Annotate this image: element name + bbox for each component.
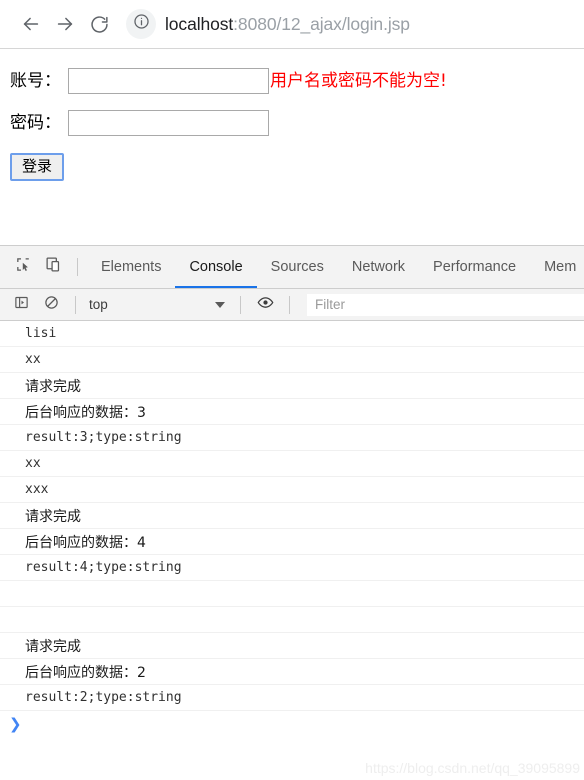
console-row: 后台响应的数据：2 [0, 659, 584, 685]
account-row: 账号： 用户名或密码不能为空! [0, 49, 584, 94]
console-row: xxx [0, 477, 584, 503]
forward-button[interactable] [48, 7, 82, 41]
eye-icon [257, 294, 274, 316]
url-text: localhost:8080/12_ajax/login.jsp [165, 14, 410, 35]
console-sidebar-button[interactable] [6, 290, 36, 320]
info-circle-icon [133, 13, 150, 35]
url-host: localhost [165, 13, 234, 34]
console-row: 后台响应的数据：3 [0, 399, 584, 425]
inspect-element-button[interactable] [8, 252, 38, 282]
tab-performance[interactable]: Performance [419, 246, 530, 288]
inspect-element-icon [15, 256, 32, 278]
url-path: :8080/12_ajax/login.jsp [233, 13, 410, 34]
browser-toolbar: localhost:8080/12_ajax/login.jsp [0, 0, 584, 49]
console-row: lisi [0, 321, 584, 347]
console-message-list[interactable]: lisi xx 请求完成 后台响应的数据：3 result:3;type:str… [0, 321, 584, 780]
console-row: 后台响应的数据：4 [0, 529, 584, 555]
console-row: 请求完成 [0, 373, 584, 399]
prompt-chevron-icon: ❯ [9, 715, 22, 733]
execution-context-label: top [89, 297, 108, 312]
console-prompt[interactable]: ❯ [0, 711, 584, 737]
back-button[interactable] [14, 7, 48, 41]
device-toolbar-icon [45, 256, 62, 278]
account-input[interactable] [68, 68, 269, 94]
console-row: result:3;type:string [0, 425, 584, 451]
password-row: 密码： [0, 94, 584, 136]
reload-icon [89, 14, 110, 35]
console-row [0, 581, 584, 607]
password-label: 密码： [10, 112, 61, 133]
console-filter-bar: top [0, 289, 584, 321]
login-button[interactable]: 登录 [10, 153, 65, 181]
chevron-down-icon [215, 301, 225, 308]
console-row: result:2;type:string [0, 685, 584, 711]
console-row: 请求完成 [0, 633, 584, 659]
page-viewport: 账号： 用户名或密码不能为空! 密码： 登录 [0, 49, 584, 245]
filter-input[interactable] [307, 293, 584, 316]
filterbar-divider-1 [75, 295, 76, 314]
tab-memory[interactable]: Mem [530, 246, 584, 288]
devtools-panel: Elements Console Sources Network Perform… [0, 245, 584, 780]
device-toolbar-button[interactable] [38, 252, 68, 282]
arrow-right-icon [54, 13, 76, 35]
console-row: xx [0, 451, 584, 477]
filterbar-divider-2 [240, 295, 241, 314]
clear-console-button[interactable] [36, 290, 66, 320]
tab-network[interactable]: Network [338, 246, 419, 288]
tab-elements[interactable]: Elements [87, 246, 175, 288]
account-label: 账号： [10, 70, 61, 91]
submit-row: 登录 [0, 136, 584, 181]
execution-context-select[interactable]: top [85, 297, 231, 312]
console-row: xx [0, 347, 584, 373]
live-expression-button[interactable] [250, 290, 280, 320]
filterbar-divider-3 [289, 295, 290, 314]
console-row: result:4;type:string [0, 555, 584, 581]
tab-console[interactable]: Console [175, 246, 257, 288]
password-input[interactable] [68, 110, 269, 136]
site-info-button[interactable] [126, 9, 156, 39]
reload-button[interactable] [82, 7, 116, 41]
console-sidebar-icon [14, 295, 29, 315]
devtools-tabbar: Elements Console Sources Network Perform… [0, 246, 584, 289]
error-message: 用户名或密码不能为空! [270, 70, 447, 91]
arrow-left-icon [20, 13, 42, 35]
console-row: 请求完成 [0, 503, 584, 529]
console-row [0, 607, 584, 633]
clear-console-icon [44, 295, 59, 315]
address-bar[interactable]: localhost:8080/12_ajax/login.jsp [126, 8, 584, 40]
toolbar-divider [77, 258, 78, 276]
tab-sources[interactable]: Sources [257, 246, 338, 288]
